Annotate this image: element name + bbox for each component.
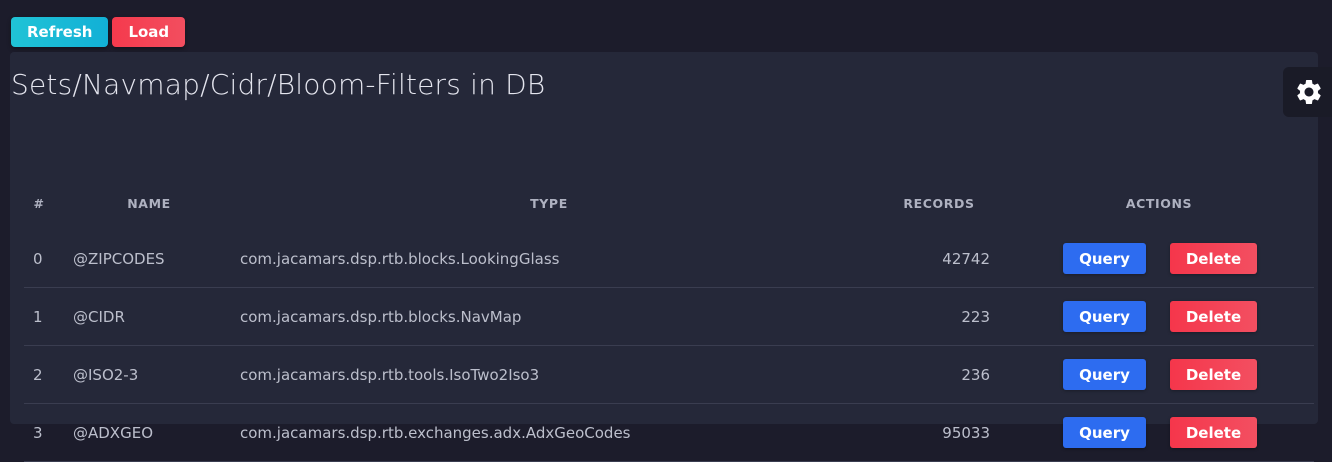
delete-button[interactable]: Delete: [1170, 301, 1257, 332]
row-type: com.jacamars.dsp.rtb.blocks.NavMap: [240, 307, 522, 326]
table-row: 1 @CIDR com.jacamars.dsp.rtb.blocks.NavM…: [24, 288, 1314, 346]
row-type: com.jacamars.dsp.rtb.blocks.LookingGlass: [240, 249, 560, 268]
row-name: @ZIPCODES: [73, 249, 165, 268]
table-header: # NAME TYPE RECORDS ACTIONS: [24, 176, 1314, 230]
row-index: 3: [33, 423, 43, 442]
page-title: Sets/Navmap/Cidr/Bloom-Filters in DB: [11, 68, 546, 101]
delete-button[interactable]: Delete: [1170, 243, 1257, 274]
table-row: 0 @ZIPCODES com.jacamars.dsp.rtb.blocks.…: [24, 230, 1314, 288]
row-index: 0: [33, 249, 43, 268]
row-actions: Query Delete: [1063, 230, 1303, 287]
row-name: @ADXGEO: [73, 423, 153, 442]
row-records: 223: [961, 307, 990, 326]
sets-panel: Sets/Navmap/Cidr/Bloom-Filters in DB # N…: [10, 52, 1318, 462]
column-header-records: RECORDS: [903, 195, 975, 211]
row-index: 1: [33, 307, 43, 326]
delete-button[interactable]: Delete: [1170, 359, 1257, 390]
column-header-actions: ACTIONS: [1125, 195, 1193, 211]
gear-icon: [1297, 80, 1321, 104]
row-records: 95033: [942, 423, 990, 442]
row-type: com.jacamars.dsp.rtb.tools.IsoTwo2Iso3: [240, 365, 540, 384]
row-actions: Query Delete: [1063, 346, 1303, 403]
delete-button[interactable]: Delete: [1170, 417, 1257, 448]
settings-button[interactable]: [1283, 67, 1332, 117]
row-records: 42742: [942, 249, 990, 268]
column-header-type: TYPE: [530, 195, 568, 211]
query-button[interactable]: Query: [1063, 243, 1146, 274]
query-button[interactable]: Query: [1063, 301, 1146, 332]
column-header-index: #: [33, 195, 45, 211]
sets-table: # NAME TYPE RECORDS ACTIONS 0 @ZIPCODES …: [24, 176, 1314, 462]
row-name: @CIDR: [73, 307, 125, 326]
row-name: @ISO2-3: [73, 365, 139, 384]
row-actions: Query Delete: [1063, 404, 1303, 461]
load-button[interactable]: Load: [112, 17, 186, 47]
table-row: 3 @ADXGEO com.jacamars.dsp.rtb.exchanges…: [24, 404, 1314, 462]
table-row: 2 @ISO2-3 com.jacamars.dsp.rtb.tools.Iso…: [24, 346, 1314, 404]
query-button[interactable]: Query: [1063, 417, 1146, 448]
toolbar: Refresh Load: [11, 17, 186, 47]
row-actions: Query Delete: [1063, 288, 1303, 345]
row-index: 2: [33, 365, 43, 384]
refresh-button[interactable]: Refresh: [11, 17, 109, 47]
column-header-name: NAME: [127, 195, 171, 211]
row-records: 236: [961, 365, 990, 384]
query-button[interactable]: Query: [1063, 359, 1146, 390]
row-type: com.jacamars.dsp.rtb.exchanges.adx.AdxGe…: [240, 423, 631, 442]
